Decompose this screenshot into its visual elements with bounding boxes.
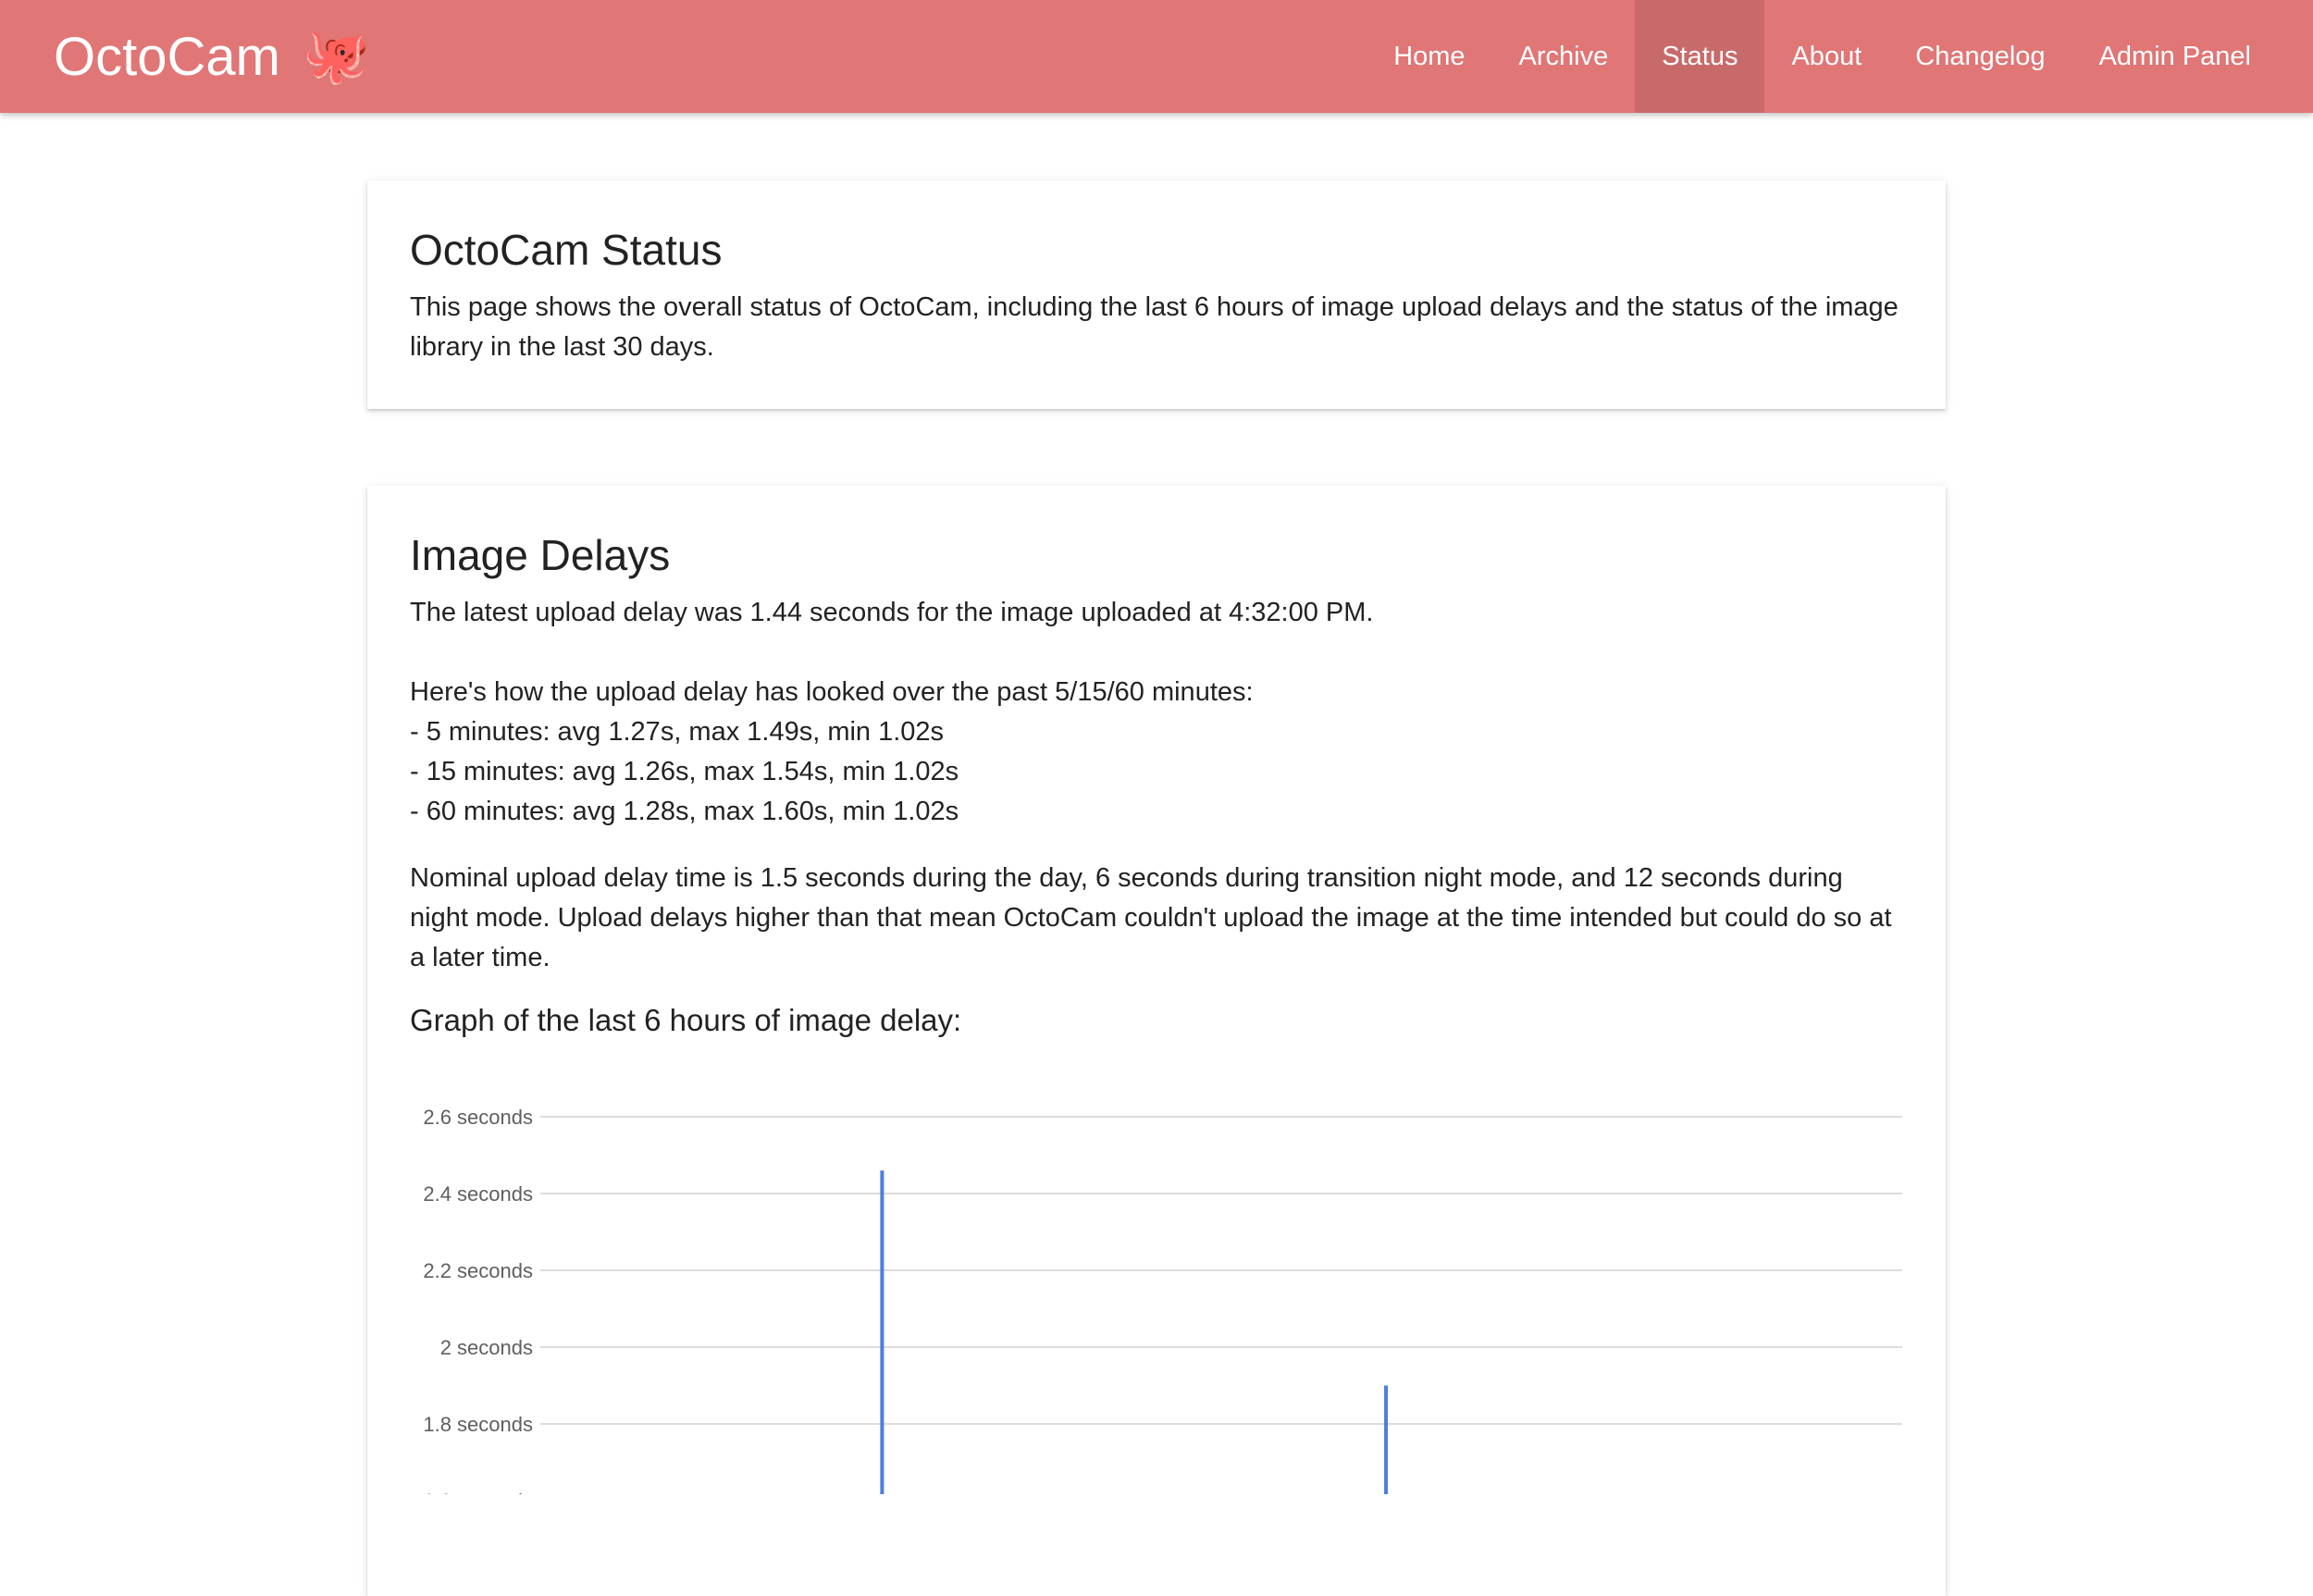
image-delays-title: Image Delays <box>410 531 671 579</box>
y-tick-label: 2.6 seconds <box>423 1106 533 1129</box>
y-tick-label: 2 seconds <box>440 1336 533 1359</box>
y-tick-label: 1.8 seconds <box>423 1413 533 1436</box>
nav-item-about[interactable]: About <box>1764 0 1888 113</box>
graph-title: Graph of the last 6 hours of image delay… <box>410 1003 962 1037</box>
nav-item-home[interactable]: Home <box>1367 0 1491 113</box>
nominal-delay-text: Nominal upload delay time is 1.5 seconds… <box>410 863 1892 972</box>
delay-summary-intro: Here's how the upload delay has looked o… <box>410 677 1254 707</box>
brand-name: OctoCam <box>54 26 280 87</box>
y-tick-label: 2.2 seconds <box>423 1259 533 1282</box>
nav-item-admin-panel[interactable]: Admin Panel <box>2072 0 2278 113</box>
image-delay-chart: 2.6 seconds 2.4 seconds 2.2 seconds 2 secon… <box>408 1096 1907 1494</box>
brand-logo-link[interactable]: OctoCam 🐙 <box>0 26 369 88</box>
delay-summary-60min: - 60 minutes: avg 1.28s, max 1.60s, min … <box>410 797 959 826</box>
status-card-title: OctoCam Status <box>410 226 723 274</box>
status-card: OctoCam Status This page shows the overa… <box>367 180 1946 409</box>
nav-item-status[interactable]: Status <box>1635 0 1765 113</box>
latest-delay-text: The latest upload delay was 1.44 seconds… <box>410 598 1374 627</box>
delay-summary-15min: - 15 minutes: avg 1.26s, max 1.54s, min … <box>410 757 959 786</box>
status-card-description: This page shows the overall status of Oc… <box>410 292 1899 362</box>
octopus-icon: 🐙 <box>302 26 370 86</box>
nav-item-archive[interactable]: Archive <box>1492 0 1636 113</box>
image-delay-chart-svg: 2.6 seconds 2.4 seconds 2.2 seconds 2 secon… <box>423 1106 1902 1494</box>
y-tick-label: 2.4 seconds <box>423 1182 533 1206</box>
top-navbar: OctoCam 🐙 Home Archive Status About Chan… <box>0 0 2313 113</box>
nav-menu: Home Archive Status About Changelog Admi… <box>1367 0 2313 113</box>
y-tick-label: 1.6 seconds <box>423 1490 533 1494</box>
delay-summary-5min: - 5 minutes: avg 1.27s, max 1.49s, min 1… <box>410 717 945 747</box>
nav-item-changelog[interactable]: Changelog <box>1888 0 2072 113</box>
